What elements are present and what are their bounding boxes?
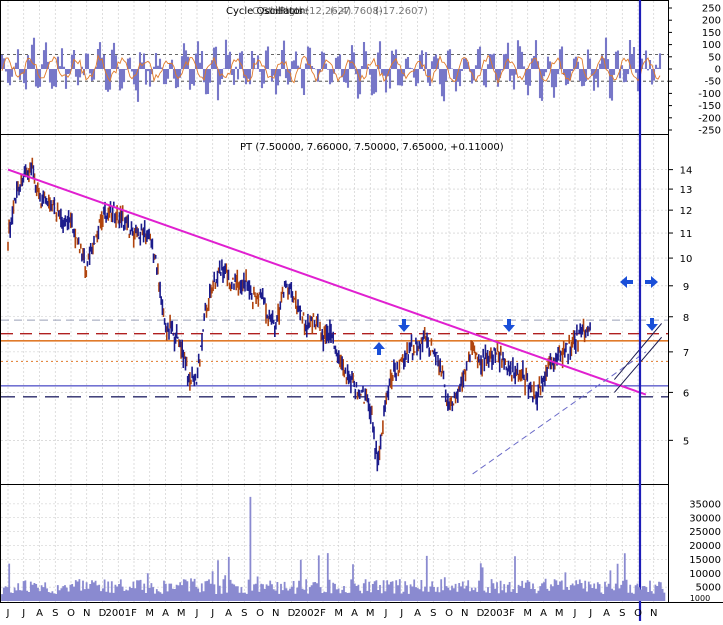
x-tick-label: J <box>6 608 10 619</box>
chart-stage: Cycle Oscillator CyclePhase Strength(12,… <box>0 0 723 621</box>
x-tick-label: S <box>430 608 436 619</box>
cycle-tick-label: 200 <box>702 16 721 27</box>
x-tick-label: J <box>573 608 577 619</box>
arrow-glyph <box>620 276 633 288</box>
x-tick-label: M <box>555 608 564 619</box>
x-tick-label: S <box>241 608 247 619</box>
price-series <box>7 157 591 472</box>
cycle-tick-label: 50 <box>708 52 721 63</box>
x-tick-label: N <box>83 608 90 619</box>
x-tick-label: M <box>334 608 343 619</box>
x-tick-label: S <box>52 608 58 619</box>
volume-tick-label: 10000 <box>689 569 721 580</box>
volume-tick-label: 20000 <box>689 541 721 552</box>
x-tick-label: A <box>414 608 421 619</box>
x-tick-label: O <box>256 608 264 619</box>
x-tick-label: O <box>634 608 642 619</box>
chart-svg: Cycle Oscillator CyclePhase Strength(12,… <box>0 0 723 621</box>
x-tick-label: J <box>210 608 214 619</box>
x-tick-label: J <box>384 608 388 619</box>
x-tick-label: N <box>272 608 279 619</box>
x-tick-label: J <box>399 608 403 619</box>
arrow-down-marker <box>398 319 410 332</box>
x-tick-label: F <box>509 608 515 619</box>
x-tick-label: N <box>650 608 657 619</box>
volume-tick-label: 15000 <box>689 555 721 566</box>
x-tick-label: J <box>21 608 25 619</box>
arrow-left-marker <box>620 276 633 288</box>
price-tick-label: 6 <box>683 388 689 399</box>
x-tick-label: N <box>461 608 468 619</box>
arrow-right-marker <box>645 276 658 288</box>
volume-last-tick-label: 1000 <box>690 594 710 603</box>
cycle-tick-label: -100 <box>698 89 721 100</box>
price-tick-label: 10 <box>680 254 693 265</box>
x-tick-label: A <box>225 608 232 619</box>
cycle-tick-label: 150 <box>702 28 721 39</box>
x-tick-label: A <box>540 608 547 619</box>
cycle-tick-label: -150 <box>698 101 721 112</box>
price-tick-label: 5 <box>683 436 689 447</box>
x-tick-label: F <box>131 608 137 619</box>
volume-bars <box>1 496 666 601</box>
x-tick-label: J <box>588 608 592 619</box>
arrow-down-marker <box>503 319 515 332</box>
cycle-tick-label: 0 <box>715 65 721 76</box>
cycle-tick-label: -50 <box>705 77 721 88</box>
cycle-tick-label: 250 <box>702 4 721 15</box>
volume-histogram <box>1 496 666 601</box>
x-tick-label: M <box>145 608 154 619</box>
x-tick-label: S <box>619 608 625 619</box>
cycle-tick-label: -250 <box>698 126 721 137</box>
volume-tick-label: 25000 <box>689 527 721 538</box>
descending-trendline <box>7 168 647 396</box>
price-panel-title: PT (7.50000, 7.66000, 7.50000, 7.65000, … <box>240 142 504 153</box>
x-tick-label: F <box>320 608 326 619</box>
x-tick-label: O <box>67 608 75 619</box>
x-tick-label: A <box>162 608 169 619</box>
x-tick-label: A <box>603 608 610 619</box>
x-tick-label: A <box>36 608 43 619</box>
arrow-glyph <box>398 319 410 332</box>
x-tick-label: O <box>445 608 453 619</box>
cycle-tick-label: -200 <box>698 113 721 124</box>
x-tick-label: M <box>177 608 186 619</box>
arrow-up-marker <box>373 342 385 355</box>
cycle-oscillator <box>0 37 668 102</box>
trend-lines <box>7 0 663 621</box>
x-tick-label: 2003 <box>484 608 509 619</box>
grid-layer <box>1 1 668 602</box>
volume-tick-label: 35000 <box>689 499 721 510</box>
axis-labels: J J A S O N D 2001 F M A M J J A S O N D 2002 F M A M J J A S O N D 200… <box>6 4 721 620</box>
arrow-glyph <box>373 342 385 355</box>
price-tick-label: 12 <box>680 206 693 217</box>
cycle-title-frag-4: (-17.2607) <box>375 6 428 17</box>
volume-tick-label: 5000 <box>696 583 721 594</box>
x-tick-label: M <box>523 608 532 619</box>
price-tick-label: 7 <box>683 348 689 359</box>
x-tick-label: 2002 <box>295 608 320 619</box>
price-tick-label: 14 <box>680 166 693 177</box>
x-tick-label: M <box>366 608 375 619</box>
x-tick-label: A <box>351 608 358 619</box>
price-tick-label: 9 <box>683 282 689 293</box>
arrow-glyph <box>645 276 658 288</box>
price-tick-label: 8 <box>683 313 689 324</box>
arrow-glyph <box>503 319 515 332</box>
price-panel-frame <box>0 134 669 485</box>
cycle-tick-label: 100 <box>702 40 721 51</box>
price-tick-label: 11 <box>680 229 693 240</box>
volume-tick-label: 30000 <box>689 513 721 524</box>
price-tick-label: 13 <box>680 185 693 196</box>
x-tick-label: J <box>195 608 199 619</box>
x-tick-label: 2001 <box>106 608 131 619</box>
